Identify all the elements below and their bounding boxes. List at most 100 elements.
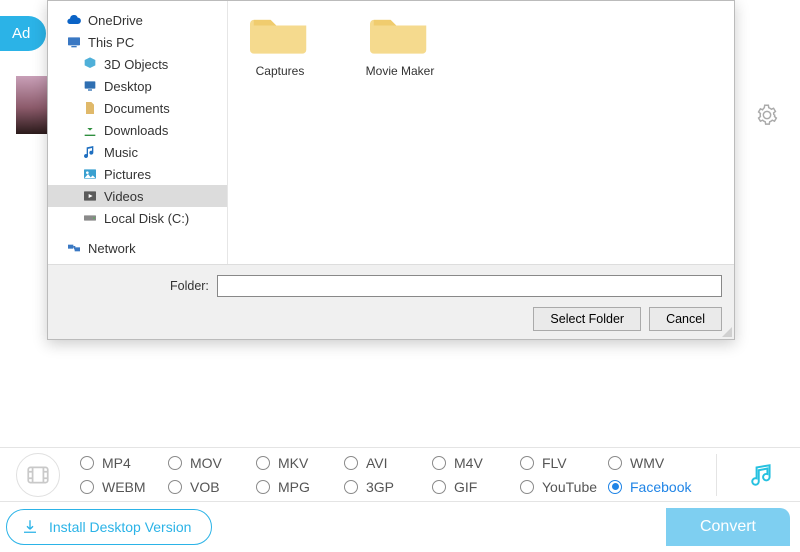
format-label: YouTube (542, 479, 597, 495)
format-webm[interactable]: WEBM (80, 479, 168, 495)
format-label: MOV (190, 455, 222, 471)
format-label: Facebook (630, 479, 691, 495)
folder-field-label: Folder: (170, 279, 209, 293)
videos-icon (82, 188, 98, 204)
format-label: GIF (454, 479, 477, 495)
format-mp4[interactable]: MP4 (80, 455, 168, 471)
tree-item-label: Local Disk (C:) (104, 211, 189, 226)
format-bar: MP4 MOV MKV AVI M4V FLV WMV WEBM VOB MPG 3GP GIF You… (0, 447, 800, 502)
folder-item[interactable]: Captures (240, 9, 320, 78)
format-mpg[interactable]: MPG (256, 479, 344, 495)
radio-icon (256, 456, 270, 470)
install-desktop-label: Install Desktop Version (49, 519, 191, 535)
radio-icon (608, 456, 622, 470)
tree-item-desktop[interactable]: Desktop (48, 75, 227, 97)
tree-item-label: 3D Objects (104, 57, 168, 72)
download-icon (21, 518, 39, 536)
format-3gp[interactable]: 3GP (344, 479, 432, 495)
tree-item-label: Pictures (104, 167, 151, 182)
tree-item-local-disk-c-[interactable]: Local Disk (C:) (48, 207, 227, 229)
folder-item[interactable]: Movie Maker (360, 9, 440, 78)
format-mov[interactable]: MOV (168, 455, 256, 471)
format-label: WMV (630, 455, 664, 471)
format-label: MKV (278, 455, 308, 471)
format-vob[interactable]: VOB (168, 479, 256, 495)
cancel-button[interactable]: Cancel (649, 307, 722, 331)
bottom-bar: Install Desktop Version Convert (0, 502, 800, 552)
format-label: VOB (190, 479, 220, 495)
radio-icon (168, 480, 182, 494)
music-icon (749, 462, 775, 488)
downloads-icon (82, 122, 98, 138)
radio-icon (520, 456, 534, 470)
net-icon (66, 240, 82, 256)
music-icon (82, 144, 98, 160)
tree-item-music[interactable]: Music (48, 141, 227, 163)
format-label: MP4 (102, 455, 131, 471)
folder-input[interactable] (217, 275, 722, 297)
tree-item-onedrive[interactable]: OneDrive (48, 9, 227, 31)
radio-icon (432, 456, 446, 470)
convert-button[interactable]: Convert (666, 508, 790, 546)
film-icon (25, 462, 51, 488)
tree-item-documents[interactable]: Documents (48, 97, 227, 119)
format-wmv[interactable]: WMV (608, 455, 696, 471)
install-desktop-button[interactable]: Install Desktop Version (6, 509, 212, 545)
format-mkv[interactable]: MKV (256, 455, 344, 471)
radio-icon (344, 456, 358, 470)
desktop-icon (82, 78, 98, 94)
tree-item-label: Network (88, 241, 136, 256)
tree-item-3d-objects[interactable]: 3D Objects (48, 53, 227, 75)
radio-icon (256, 480, 270, 494)
format-label: AVI (366, 455, 388, 471)
radio-icon (80, 456, 94, 470)
folder-icon (250, 9, 310, 57)
tree-item-network[interactable]: Network (48, 237, 227, 259)
cloud-icon (66, 12, 82, 28)
tree-item-this-pc[interactable]: This PC (48, 31, 227, 53)
tree-item-label: Music (104, 145, 138, 160)
tree-item-label: Documents (104, 101, 170, 116)
settings-button[interactable] (756, 104, 778, 129)
format-label: 3GP (366, 479, 394, 495)
format-gif[interactable]: GIF (432, 479, 520, 495)
nav-tree[interactable]: OneDrive This PC 3D Objects Desktop Document… (48, 1, 228, 264)
audio-mode-button[interactable] (740, 453, 784, 497)
divider (716, 454, 717, 496)
3d-icon (82, 56, 98, 72)
folder-label: Movie Maker (366, 64, 435, 78)
folder-picker-dialog: OneDrive This PC 3D Objects Desktop Document… (47, 0, 735, 340)
tree-item-label: This PC (88, 35, 134, 50)
format-label: MPG (278, 479, 310, 495)
video-mode-button[interactable] (16, 453, 60, 497)
folder-pane[interactable]: Captures Movie Maker (228, 1, 734, 264)
gear-icon (756, 104, 778, 126)
pictures-icon (82, 166, 98, 182)
format-grid: MP4 MOV MKV AVI M4V FLV WMV WEBM VOB MPG 3GP GIF You… (80, 455, 696, 495)
radio-icon (608, 480, 622, 494)
disk-icon (82, 210, 98, 226)
format-avi[interactable]: AVI (344, 455, 432, 471)
folder-icon (370, 9, 430, 57)
radio-icon (520, 480, 534, 494)
radio-icon (168, 456, 182, 470)
format-m4v[interactable]: M4V (432, 455, 520, 471)
format-label: FLV (542, 455, 567, 471)
pc-icon (66, 34, 82, 50)
dialog-footer: Folder: Select Folder Cancel (48, 264, 734, 339)
select-folder-button[interactable]: Select Folder (533, 307, 641, 331)
tree-item-pictures[interactable]: Pictures (48, 163, 227, 185)
format-facebook[interactable]: Facebook (608, 479, 696, 495)
format-flv[interactable]: FLV (520, 455, 608, 471)
format-youtube[interactable]: YouTube (520, 479, 608, 495)
radio-icon (80, 480, 94, 494)
radio-icon (344, 480, 358, 494)
tree-item-videos[interactable]: Videos (48, 185, 227, 207)
resize-grip-icon[interactable] (722, 327, 732, 337)
tree-item-label: OneDrive (88, 13, 143, 28)
format-label: M4V (454, 455, 483, 471)
radio-icon (432, 480, 446, 494)
tree-item-downloads[interactable]: Downloads (48, 119, 227, 141)
tree-item-label: Downloads (104, 123, 168, 138)
add-button[interactable]: Ad (0, 16, 46, 51)
